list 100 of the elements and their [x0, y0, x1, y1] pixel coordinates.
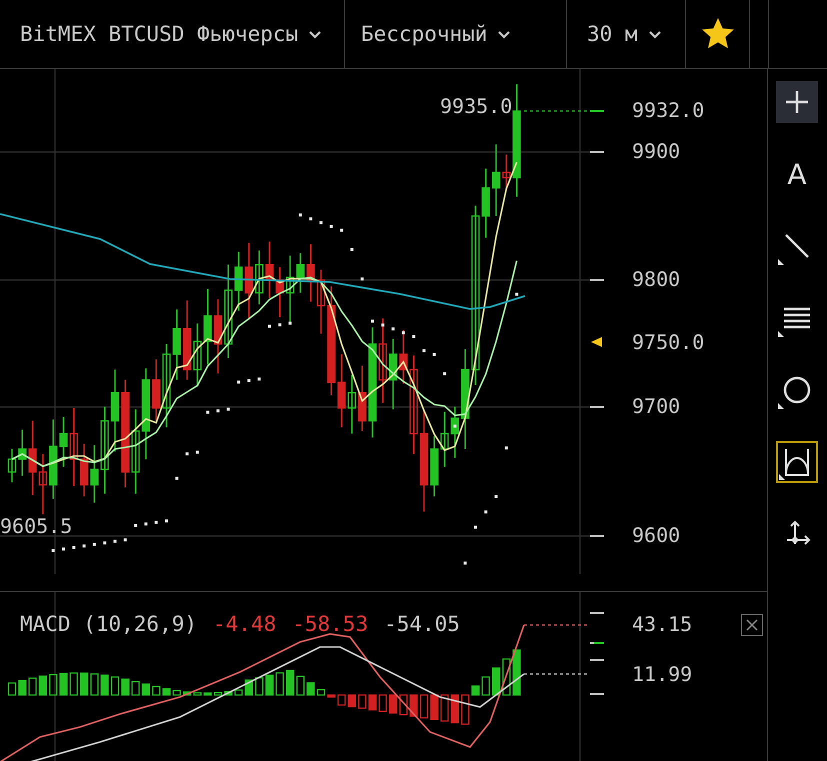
histogram-bar	[276, 672, 284, 696]
histogram-bar	[193, 692, 202, 696]
histogram-bar	[399, 694, 408, 716]
high-price-label: 9935.0	[440, 94, 512, 118]
histogram-bar	[265, 674, 274, 696]
price-tick-mark	[590, 151, 604, 154]
candlestick	[286, 256, 294, 324]
submenu-corner-icon	[778, 403, 784, 409]
histogram-bar	[430, 694, 438, 720]
histogram-bar	[420, 694, 428, 718]
candlestick	[38, 454, 48, 514]
histogram-bar	[121, 678, 130, 696]
close-icon	[746, 619, 758, 631]
macd-title: MACD (10,26,9)	[20, 612, 198, 636]
candlestick	[59, 416, 68, 467]
candlestick	[193, 324, 202, 386]
histogram-bar	[306, 682, 315, 696]
price-tick-mark	[590, 406, 604, 409]
price-tick-mark	[590, 279, 604, 282]
histogram-bar	[471, 685, 480, 696]
histogram-bar	[327, 694, 336, 698]
histogram-bar	[461, 694, 470, 725]
dropdown-button[interactable]: BitMEX BTCUSD Фьючерсы	[0, 0, 345, 68]
histogram-bar	[389, 694, 398, 714]
histogram-bar	[38, 676, 47, 696]
chevron-icon	[308, 30, 322, 38]
histogram-bar	[368, 694, 377, 710]
histogram-bar	[110, 676, 120, 696]
histogram-bar	[100, 674, 109, 696]
candlestick	[306, 244, 315, 302]
candlestick	[358, 366, 366, 432]
histogram-bar	[142, 683, 150, 696]
price-axis-label: 9932.0	[632, 98, 704, 122]
value-level-line	[524, 673, 590, 675]
candlestick	[234, 252, 243, 311]
histogram-bar	[512, 649, 521, 696]
histogram-bar	[8, 682, 16, 696]
submenu-corner-icon	[778, 331, 784, 337]
histogram-bar	[410, 694, 418, 717]
price-axis-label: 9750.0	[632, 330, 704, 354]
diagonal-line-icon	[784, 233, 810, 259]
close-button[interactable]	[741, 614, 763, 636]
price-tick-mark	[590, 535, 604, 538]
candlestick	[18, 430, 26, 476]
drawing-tool-button[interactable]: A	[776, 153, 818, 195]
candlestick	[152, 359, 160, 421]
macd-axis-label: 43.15	[632, 612, 692, 636]
candlestick	[502, 154, 511, 190]
dropdown-button[interactable]: 30 м	[567, 0, 686, 68]
macd-value: -4.48	[213, 612, 276, 636]
price-axis-label: 9600	[632, 523, 680, 547]
plus-icon	[785, 90, 809, 114]
submenu-corner-icon	[779, 474, 785, 480]
dropdown-button[interactable]: Бессрочный	[345, 0, 567, 68]
candlestick	[316, 270, 326, 334]
candlestick	[492, 144, 500, 216]
price-axis-label: 9900	[632, 139, 680, 163]
price-level-line	[524, 110, 590, 112]
candlestick	[399, 330, 408, 384]
histogram-bar	[80, 672, 88, 696]
histogram-bar	[172, 690, 181, 696]
histogram-bar	[358, 694, 366, 709]
histogram-bar	[378, 694, 387, 712]
submenu-corner-icon	[778, 259, 784, 265]
candlestick	[8, 448, 16, 482]
macd-value: -54.05	[384, 612, 460, 636]
candlestick	[450, 406, 460, 458]
histogram-bar	[70, 672, 78, 696]
macd-axis-label: 11.99	[632, 662, 692, 686]
candlestick	[90, 445, 99, 503]
candlestick	[388, 338, 398, 410]
price-axis-label: 9700	[632, 394, 680, 418]
candlestick	[276, 267, 284, 318]
candlestick	[296, 253, 305, 293]
histogram-bar	[214, 692, 222, 696]
candlestick	[265, 242, 274, 298]
histogram-bar	[152, 686, 160, 696]
arc-bracket-icon	[783, 448, 811, 476]
value-level-line	[524, 624, 590, 626]
chevron-icon	[648, 30, 662, 38]
text-tool-label: A	[787, 158, 807, 190]
histogram-bar	[162, 688, 171, 696]
drawing-tool-button[interactable]	[776, 81, 818, 123]
price-axis-label: 9800	[632, 267, 680, 291]
histogram-bar	[18, 680, 26, 696]
circle-icon	[783, 376, 811, 404]
drawing-tool-button[interactable]	[776, 441, 818, 483]
macd-value: -58.53	[292, 612, 368, 636]
histogram-bar	[183, 691, 192, 696]
histogram-bar	[132, 681, 140, 696]
candlestick	[348, 374, 356, 434]
histogram-bar	[450, 694, 459, 724]
histogram-bar	[482, 676, 490, 696]
histogram-bar	[338, 694, 346, 706]
triangle-marker-icon	[590, 336, 602, 348]
candlestick	[482, 168, 490, 238]
candlestick	[80, 444, 88, 496]
candlestick	[255, 250, 264, 304]
histogram-bar	[348, 694, 356, 708]
histogram-bar	[255, 677, 264, 696]
